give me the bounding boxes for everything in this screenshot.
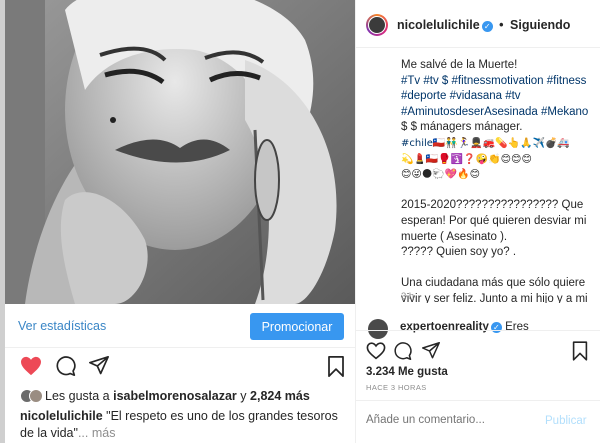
divider <box>356 330 600 331</box>
likes-count[interactable]: 2,824 más <box>250 389 310 403</box>
post-stats-bar: Ver estadísticas Promocionar <box>5 304 355 348</box>
post-timestamp: HACE 3 HORAS <box>366 383 427 392</box>
follow-button[interactable]: Siguiendo <box>510 18 570 32</box>
likes-summary: Les gusta a isabelmorenosalazar y 2,824 … <box>20 387 355 405</box>
caption-username[interactable]: nicolelulichile <box>20 409 103 423</box>
post-paragraph: Una ciudadana más que sólo quiere vivir … <box>401 277 588 303</box>
post-emoji-line: 😊😜🌑🐑💖🔥😊 <box>401 169 481 181</box>
post-hashtags[interactable]: #deporte #vidasana #tv <box>401 89 591 105</box>
comment-icon[interactable] <box>56 356 76 376</box>
liker-avatars <box>20 389 43 403</box>
likes-connector: y <box>240 389 247 403</box>
verified-icon: ✓ <box>481 21 493 32</box>
comment-input[interactable] <box>366 414 536 426</box>
post-actions <box>356 338 600 366</box>
header-user-line: nicolelulichile ✓ • Siguiendo <box>397 18 570 32</box>
share-icon[interactable] <box>422 342 440 360</box>
heart-icon[interactable] <box>20 356 42 376</box>
post-hashtags[interactable]: #Tv #tv $ #fitnessmotivation #fitness <box>401 74 591 90</box>
likes-count[interactable]: 3.234 Me gusta <box>366 366 448 378</box>
verified-icon: ✓ <box>490 322 502 333</box>
post-photo[interactable] <box>5 0 355 304</box>
share-icon[interactable] <box>89 356 109 376</box>
avatar[interactable] <box>366 14 388 36</box>
post-detail-panel: nicolelulichile ✓ • Siguiendo Me salvé de… <box>355 0 600 443</box>
post-line: Me salvé de la Muerte! <box>401 59 518 71</box>
post-emoji-line: 💫💄🇨🇱🥊🛐❓🤪👏😊😊😊 <box>401 153 532 165</box>
publish-button[interactable]: Publicar <box>545 415 587 427</box>
post-text: Me salvé de la Muerte! #Tv #tv $ #fitnes… <box>401 58 591 303</box>
post-hashtags[interactable]: #AminutosdeserAsesinada #Mekano <box>401 105 591 121</box>
heart-icon[interactable] <box>366 342 386 360</box>
portrait-image <box>5 0 355 304</box>
comment-text: Eres <box>505 321 529 333</box>
likes-prefix: Les gusta a <box>45 389 110 403</box>
post-time: 3 h <box>401 291 415 302</box>
view-stats-link[interactable]: Ver estadísticas <box>18 319 106 333</box>
avatar[interactable] <box>368 319 388 339</box>
avatar <box>29 389 43 403</box>
caption-more-link[interactable]: ... más <box>78 426 116 440</box>
post-header: nicolelulichile ✓ • Siguiendo <box>356 0 600 48</box>
post-actions <box>5 352 355 380</box>
promote-button[interactable]: Promocionar <box>250 313 344 340</box>
post-caption: nicolelulichile "El respeto es uno de lo… <box>20 408 350 442</box>
post-paragraph: 2015-2020???????????????? Que esperan! P… <box>401 199 587 243</box>
comment-username[interactable]: expertoenreality <box>400 321 489 333</box>
post-line: $ $ mánagers mánager. <box>401 121 523 134</box>
post-emoji-line: #chile🇨🇱👬🏃‍♀️💂‍♂️🚒💊👆🙏✈️💣🚑 <box>401 137 570 149</box>
feed-post-card: Ver estadísticas Promocionar Les gusta a… <box>5 0 355 443</box>
comment-icon[interactable] <box>394 342 412 360</box>
separator: • <box>499 18 504 32</box>
comment-item: expertoenreality ✓ Eres <box>356 315 600 339</box>
post-question: ????? Quien soy yo? . <box>401 246 517 259</box>
header-username[interactable]: nicolelulichile <box>397 18 480 32</box>
bookmark-icon[interactable] <box>572 341 588 361</box>
bookmark-icon[interactable] <box>327 356 345 377</box>
add-comment-bar: Publicar <box>356 400 600 443</box>
liker-username[interactable]: isabelmorenosalazar <box>113 389 237 403</box>
